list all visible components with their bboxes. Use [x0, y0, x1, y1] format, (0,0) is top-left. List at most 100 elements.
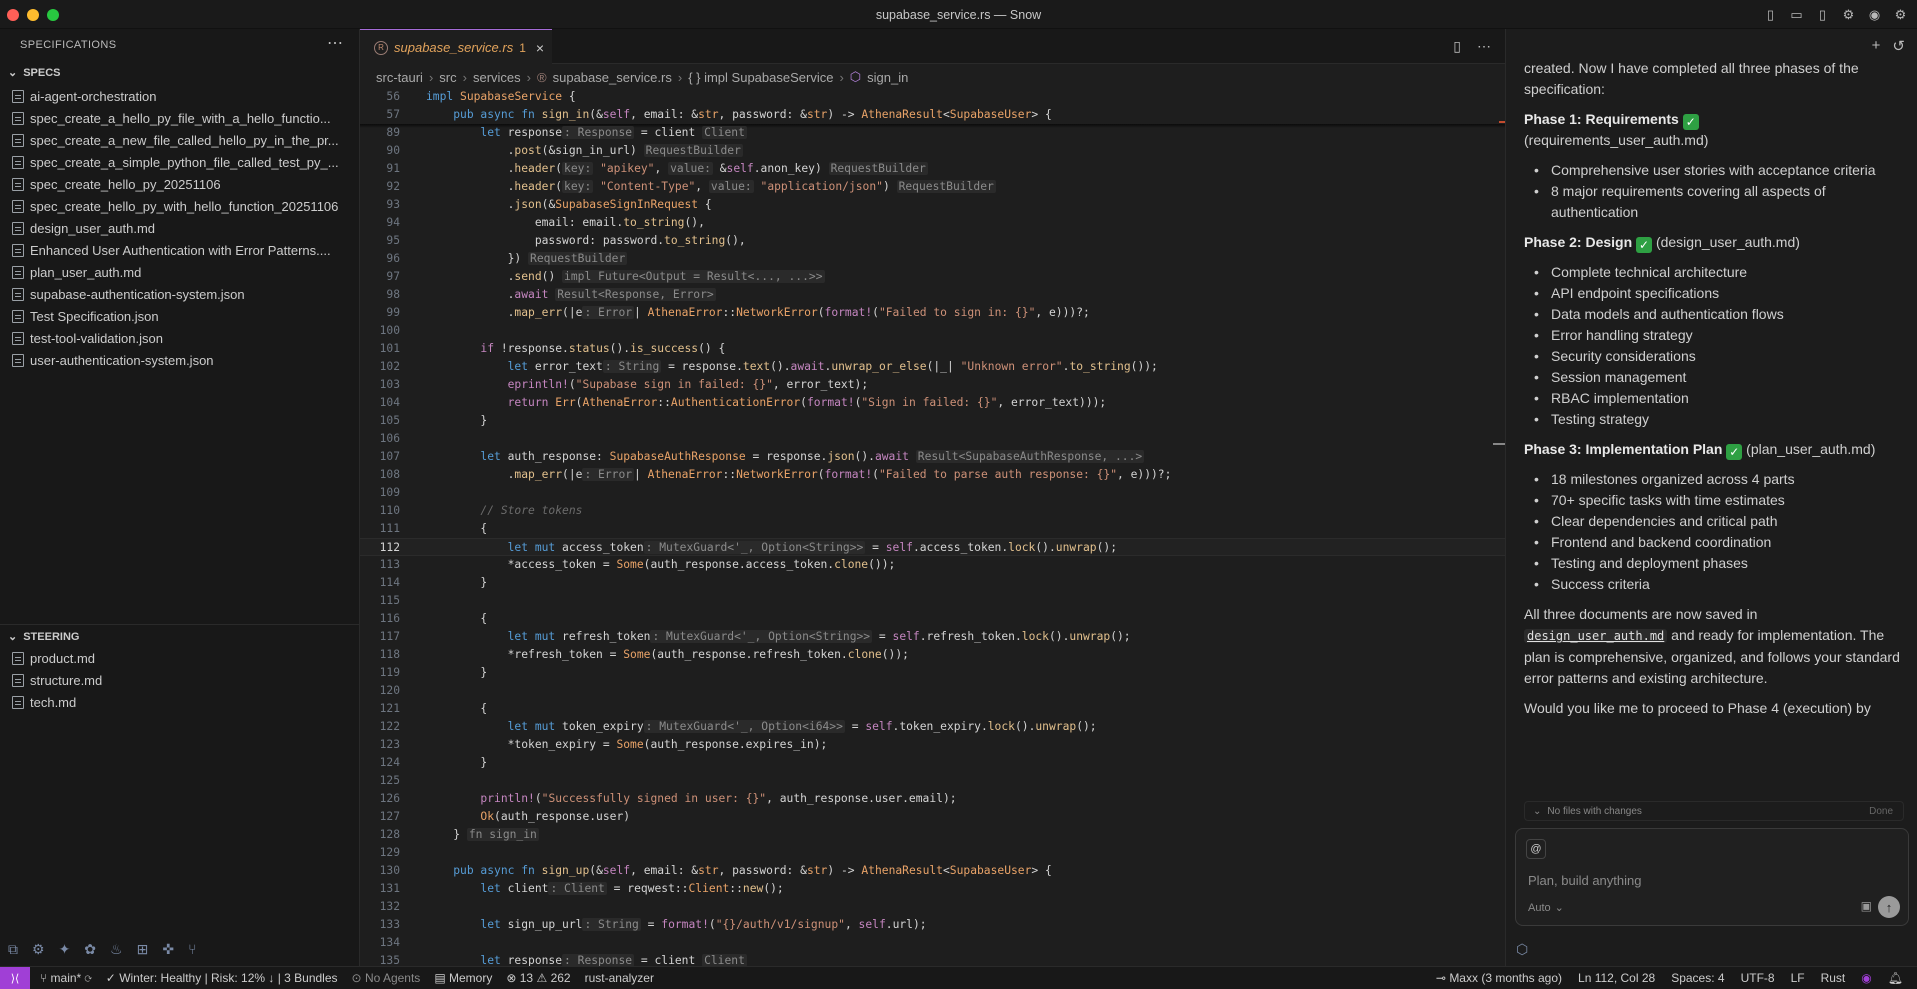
code-line: 119 } — [379, 666, 488, 679]
steering-section-header[interactable]: ⌄ STEERING — [8, 630, 79, 644]
indentation-status[interactable]: Spaces: 4 — [1671, 971, 1724, 985]
chat-input-box[interactable]: @ Plan, build anything Auto ⌄ ▣ ↑ — [1515, 828, 1909, 926]
sidebar-file-item[interactable]: spec_create_a_simple_python_file_called_… — [0, 151, 359, 173]
phase-title: Phase 2: Design — [1524, 234, 1633, 250]
send-button[interactable]: ↑ — [1878, 896, 1900, 918]
list-item: Data models and authentication flows — [1534, 304, 1904, 325]
done-button[interactable]: Done — [1869, 806, 1893, 817]
specs-section-header[interactable]: ⌄ SPECS — [8, 66, 61, 80]
list-item: API endpoint specifications — [1534, 283, 1904, 304]
list-item: RBAC implementation — [1534, 388, 1904, 409]
sidebar-file-item[interactable]: spec_create_hello_py_20251106 — [0, 173, 359, 195]
toggle-primary-sidebar-icon[interactable]: ▯ — [1762, 6, 1779, 23]
gear-icon[interactable]: ⚙ — [1840, 6, 1857, 23]
sparkle-icon[interactable]: ✦ — [59, 941, 71, 958]
code-area[interactable]: 56 impl SupabaseService { 57 pub async fn… — [360, 88, 1505, 967]
explorer-icon[interactable]: ⧉ — [8, 941, 18, 958]
changes-summary-bar[interactable]: ⌄ No files with changes Done — [1524, 801, 1904, 821]
mode-selector[interactable]: Auto ⌄ — [1528, 901, 1564, 915]
breadcrumb-item[interactable]: { } impl SupabaseService — [688, 70, 833, 85]
gear-icon[interactable]: ⚙ — [32, 941, 45, 958]
breadcrumb-item[interactable]: supabase_service.rs — [553, 70, 672, 85]
sidebar-file-item[interactable]: tech.md — [0, 691, 359, 713]
toggle-panel-icon[interactable]: ▭ — [1788, 6, 1805, 23]
breadcrumb-item[interactable]: src-tauri — [376, 70, 423, 85]
branch-status[interactable]: ⑂ main* ⟳ — [40, 971, 92, 985]
settings-icon[interactable]: ✿ — [84, 941, 96, 958]
sidebar-file-item[interactable]: design_user_auth.md — [0, 217, 359, 239]
code-line: 105 } — [379, 414, 488, 427]
code-line: 57 pub async fn sign_in(&self, email: &s… — [360, 106, 1505, 124]
language-server-status[interactable]: rust-analyzer — [585, 971, 654, 985]
chat-input-placeholder[interactable]: Plan, build anything — [1528, 873, 1641, 888]
sidebar-file-item[interactable]: structure.md — [0, 669, 359, 691]
sync-icon: ⟳ — [84, 971, 92, 985]
more-actions-icon[interactable]: ⋯ — [1477, 38, 1491, 55]
file-icon — [12, 133, 24, 147]
split-editor-icon[interactable]: ▯ — [1453, 38, 1461, 55]
phase-file: (design_user_auth.md) — [1655, 234, 1800, 250]
file-label: test-tool-validation.json — [30, 330, 163, 346]
source-control-icon[interactable]: ⑂ — [188, 941, 196, 958]
sidebar-file-item[interactable]: ai-agent-orchestration — [0, 85, 359, 107]
copilot-icon[interactable]: ◉ — [1861, 971, 1871, 985]
notifications-icon[interactable]: 🔔︎ — [1888, 971, 1903, 985]
language-mode[interactable]: Rust — [1821, 971, 1846, 985]
debug-icon[interactable]: ✜ — [162, 941, 174, 958]
sidebar-file-item[interactable]: product.md — [0, 647, 359, 669]
code-line: 103 eprintln!("Supabase sign in failed: … — [379, 378, 869, 391]
winter-status[interactable]: ✓ Winter: Healthy | Risk: 12% ↓ | 3 Bund… — [106, 971, 338, 985]
sidebar-file-item[interactable]: Enhanced User Authentication with Error … — [0, 239, 359, 261]
sidebar-file-item[interactable]: spec_create_a_hello_py_file_with_a_hello… — [0, 107, 359, 129]
new-chat-icon[interactable]: + — [1872, 37, 1881, 55]
file-icon — [12, 221, 24, 235]
history-icon[interactable]: ↺ — [1892, 37, 1905, 55]
sidebar-file-item[interactable]: test-tool-validation.json — [0, 327, 359, 349]
encoding-status[interactable]: UTF-8 — [1741, 971, 1775, 985]
sidebar-file-item[interactable]: spec_create_hello_py_with_hello_function… — [0, 195, 359, 217]
mention-button[interactable]: @ — [1526, 839, 1546, 859]
git-blame-status[interactable]: ⊸ Maxx (3 months ago) — [1436, 971, 1562, 985]
code-line: 127 Ok(auth_response.user) — [379, 810, 631, 823]
code-line: 92 .header(key: "Content-Type", value: "… — [386, 180, 996, 193]
breadcrumb-item[interactable]: sign_in — [867, 70, 908, 85]
image-icon[interactable]: ▣ — [1861, 899, 1872, 913]
account-icon[interactable]: ◉ — [1866, 6, 1883, 23]
editor-tab-supabase-service[interactable]: R supabase_service.rs 1 × — [360, 29, 552, 65]
memory-status[interactable]: ▤ Memory — [434, 971, 492, 985]
cube-icon[interactable]: ⬡ — [1516, 941, 1528, 958]
code-line: 93 .json(&SupabaseSignInRequest { — [386, 198, 712, 211]
file-icon — [12, 309, 24, 323]
question-text: Would you like me to proceed to Phase 4 … — [1524, 700, 1871, 716]
sidebar-file-item[interactable]: plan_user_auth.md — [0, 261, 359, 283]
close-icon[interactable]: × — [536, 40, 544, 56]
flame-icon[interactable]: ♨ — [110, 941, 123, 958]
extensions-icon[interactable]: ⊞ — [137, 941, 149, 958]
toggle-secondary-sidebar-icon[interactable]: ▯ — [1814, 6, 1831, 23]
sidebar-file-item[interactable]: supabase-authentication-system.json — [0, 283, 359, 305]
eol-status[interactable]: LF — [1791, 971, 1805, 985]
cursor-position[interactable]: Ln 112, Col 28 — [1578, 971, 1655, 985]
code-line: 99 .map_err(|e: Error | AthenaError::Netw… — [386, 306, 1090, 319]
agents-status[interactable]: ⊙ No Agents — [352, 971, 421, 985]
code-line: 126 println!("Successfully signed in use… — [379, 792, 957, 805]
file-icon — [12, 265, 24, 279]
file-label: supabase-authentication-system.json — [30, 286, 245, 302]
file-icon — [12, 177, 24, 191]
sidebar-file-item[interactable]: spec_create_a_new_file_called_hello_py_i… — [0, 129, 359, 151]
code-editor: R supabase_service.rs 1 × ▯ ⋯ src-tauri ›… — [360, 29, 1505, 967]
problems-status[interactable]: ⊗ 13 ⚠ 262 — [506, 971, 570, 985]
breadcrumb-item[interactable]: src — [439, 70, 456, 85]
file-label: product.md — [30, 650, 96, 666]
code-line: 96 }) RequestBuilder — [386, 252, 628, 265]
file-label: ai-agent-orchestration — [30, 88, 157, 104]
scroll-position-marker — [1493, 443, 1505, 445]
sidebar-file-item[interactable]: Test Specification.json — [0, 305, 359, 327]
sidebar-file-item[interactable]: user-authentication-system.json — [0, 349, 359, 371]
breadcrumb-item[interactable]: services — [473, 70, 521, 85]
file-link[interactable]: design_user_auth.md — [1524, 629, 1668, 643]
settings-gear-icon[interactable]: ⚙ — [1892, 6, 1909, 23]
remote-icon[interactable]: ⟩⟨ — [0, 967, 30, 989]
more-actions-icon[interactable]: ⋯ — [327, 33, 343, 53]
code-line: 131 let client: Client = reqwest::Client… — [379, 882, 784, 895]
